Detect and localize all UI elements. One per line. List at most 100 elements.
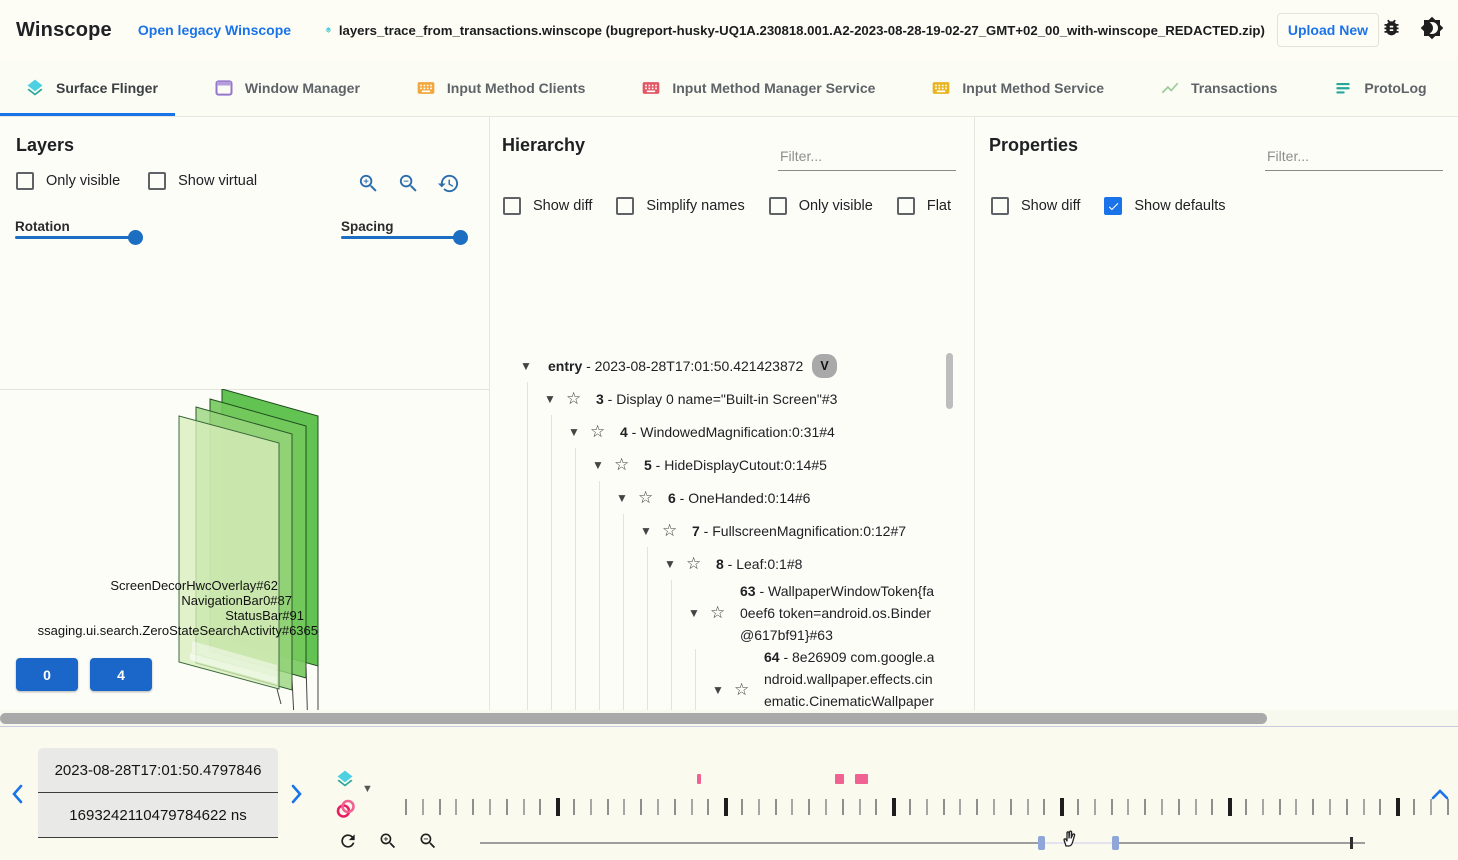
open-legacy-link[interactable]: Open legacy Winscope bbox=[138, 22, 291, 38]
checkbox-box bbox=[769, 197, 787, 215]
tree-node[interactable]: ▼ ☆ 63 - WallpaperWindowToken{fa0eef6 to… bbox=[490, 580, 956, 646]
timeline-zoom-in-icon[interactable] bbox=[378, 831, 398, 856]
transition-marker[interactable] bbox=[697, 774, 701, 784]
show-diff-checkbox[interactable]: Show diff bbox=[991, 197, 1080, 215]
tree-node[interactable]: ▼ ☆ 3 - Display 0 name="Built-in Screen"… bbox=[490, 382, 956, 415]
tab-input-method-clients[interactable]: Input Method Clients bbox=[388, 60, 613, 116]
flat-checkbox[interactable]: Flat bbox=[897, 197, 951, 215]
pin-star-icon[interactable]: ☆ bbox=[638, 488, 660, 508]
tree-node-entry[interactable]: ▼ entry - 2023-08-28T17:01:50.421423872V bbox=[490, 349, 956, 382]
collapse-arrow-icon[interactable]: ▼ bbox=[592, 458, 608, 472]
panel-divider bbox=[974, 117, 975, 710]
transition-trace-icon[interactable] bbox=[334, 797, 358, 826]
collapse-arrow-icon[interactable]: ▼ bbox=[568, 425, 584, 439]
trace-tab-bar: Surface Flinger Window Manager Input Met… bbox=[0, 60, 1458, 117]
collapse-arrow-icon[interactable]: ▼ bbox=[616, 491, 632, 505]
upload-new-button[interactable]: Upload New bbox=[1277, 13, 1379, 47]
checkbox-label: Only visible bbox=[46, 173, 120, 189]
zoom-in-icon[interactable] bbox=[357, 172, 380, 200]
next-entry-icon[interactable] bbox=[290, 784, 304, 809]
tree-node[interactable]: ▼ ☆ 7 - FullscreenMagnification:0:12#7 bbox=[490, 514, 956, 547]
list-icon bbox=[1333, 78, 1353, 98]
spacing-slider-track[interactable] bbox=[341, 236, 466, 239]
layer-label: StatusBar#91 bbox=[225, 608, 304, 623]
tab-transactions[interactable]: Transactions bbox=[1132, 60, 1305, 116]
tree-node[interactable]: ▼ ☆ 5 - HideDisplayCutout:0:14#5 bbox=[490, 448, 956, 481]
prev-entry-icon[interactable] bbox=[10, 784, 24, 809]
app-header: Winscope Open legacy Winscope layers_tra… bbox=[0, 0, 1458, 60]
tree-node[interactable]: ▼ ☆ 4 - WindowedMagnification:0:31#4 bbox=[490, 415, 956, 448]
range-handle-right[interactable] bbox=[1112, 836, 1119, 850]
pin-star-icon[interactable]: ☆ bbox=[614, 455, 636, 475]
dark-mode-toggle-icon[interactable] bbox=[1420, 16, 1444, 45]
tab-protolog[interactable]: ProtoLog bbox=[1305, 60, 1454, 116]
timeline-tick bbox=[523, 799, 525, 815]
trace-dropdown-caret-icon[interactable]: ▼ bbox=[362, 783, 373, 795]
expand-timeline-icon[interactable] bbox=[1431, 787, 1449, 805]
report-bug-icon[interactable] bbox=[1381, 17, 1402, 43]
collapse-arrow-icon[interactable]: ▼ bbox=[664, 557, 680, 571]
pin-star-icon[interactable]: ☆ bbox=[662, 521, 684, 541]
tab-window-manager[interactable]: Window Manager bbox=[186, 60, 388, 116]
timeline-tick bbox=[1295, 799, 1297, 815]
zoom-out-icon[interactable] bbox=[397, 172, 420, 200]
tree-node[interactable]: ▼ ☆ 6 - OneHanded:0:14#6 bbox=[490, 481, 956, 514]
layers-checkbox-row: Only visible Show virtual bbox=[16, 172, 257, 190]
tree-node-label: 3 - Display 0 name="Built-in Screen"#3 bbox=[596, 388, 837, 410]
tab-input-method-manager-service[interactable]: Input Method Manager Service bbox=[613, 60, 903, 116]
scrollbar-thumb[interactable] bbox=[946, 353, 953, 409]
rotation-slider-thumb[interactable] bbox=[128, 230, 143, 245]
tab-surface-flinger[interactable]: Surface Flinger bbox=[0, 60, 186, 116]
sf-trace-icon[interactable] bbox=[335, 769, 355, 794]
timeline-range-track[interactable] bbox=[480, 842, 1040, 844]
timeline-tick bbox=[1161, 799, 1163, 815]
only-visible-checkbox[interactable]: Only visible bbox=[769, 197, 873, 215]
show-defaults-checkbox[interactable]: Show defaults bbox=[1104, 197, 1225, 215]
transition-marker[interactable] bbox=[855, 774, 868, 784]
pin-star-icon[interactable]: ☆ bbox=[734, 680, 756, 700]
collapse-arrow-icon[interactable]: ▼ bbox=[688, 606, 704, 620]
show-diff-checkbox[interactable]: Show diff bbox=[503, 197, 592, 215]
show-virtual-checkbox[interactable]: Show virtual bbox=[148, 172, 257, 190]
pin-star-icon[interactable]: ☆ bbox=[710, 603, 732, 623]
properties-filter-input[interactable] bbox=[1265, 144, 1443, 171]
tab-input-method-service[interactable]: Input Method Service bbox=[903, 60, 1132, 116]
horizontal-scrollbar[interactable] bbox=[0, 710, 1458, 727]
range-current-mark bbox=[1350, 837, 1353, 849]
timeline-tick bbox=[556, 798, 560, 816]
timeline-zoom-out-icon[interactable] bbox=[418, 831, 438, 856]
pin-star-icon[interactable]: ☆ bbox=[590, 422, 612, 442]
range-handle-left[interactable] bbox=[1038, 836, 1045, 850]
tree-node[interactable]: ▼ ☆ 8 - Leaf:0:1#8 bbox=[490, 547, 956, 580]
spacing-slider-thumb[interactable] bbox=[453, 230, 468, 245]
timestamp-input[interactable]: 2023-08-28T17:01:50.4797846 bbox=[38, 748, 278, 793]
tree-node-label: 63 - WallpaperWindowToken{fa0eef6 token=… bbox=[740, 580, 936, 646]
reset-view-icon[interactable] bbox=[437, 172, 460, 200]
checkbox-box bbox=[897, 197, 915, 215]
tree-node-label: 8 - Leaf:0:1#8 bbox=[716, 553, 802, 575]
collapse-arrow-icon[interactable]: ▼ bbox=[640, 524, 656, 538]
layers-icon bbox=[325, 19, 332, 41]
timeline-range-track[interactable] bbox=[1119, 842, 1365, 844]
tab-label: ProtoLog bbox=[1364, 80, 1426, 96]
tree-node-label: 5 - HideDisplayCutout:0:14#5 bbox=[644, 454, 827, 476]
hierarchy-filter-input[interactable] bbox=[778, 144, 956, 171]
layers-3d-view[interactable] bbox=[0, 389, 489, 765]
rotation-slider-track[interactable] bbox=[15, 236, 137, 239]
display-id-button-0[interactable]: 0 bbox=[16, 658, 78, 691]
pin-star-icon[interactable]: ☆ bbox=[566, 389, 588, 409]
checkbox-box bbox=[16, 172, 34, 190]
timestamp-ns-input[interactable]: 1693242110479784622 ns bbox=[38, 793, 278, 838]
transition-marker[interactable] bbox=[835, 774, 844, 784]
collapse-arrow-icon[interactable]: ▼ bbox=[544, 392, 560, 406]
refresh-icon[interactable] bbox=[338, 831, 358, 856]
tab-label: Input Method Clients bbox=[447, 80, 585, 96]
only-visible-checkbox[interactable]: Only visible bbox=[16, 172, 120, 190]
pin-star-icon[interactable]: ☆ bbox=[686, 554, 708, 574]
collapse-arrow-icon[interactable]: ▼ bbox=[520, 359, 536, 373]
simplify-names-checkbox[interactable]: Simplify names bbox=[616, 197, 744, 215]
collapse-arrow-icon[interactable]: ▼ bbox=[712, 683, 728, 697]
scrollbar-thumb[interactable] bbox=[0, 713, 1267, 724]
tab-transitions[interactable]: Tra bbox=[1455, 60, 1458, 116]
display-id-button-4[interactable]: 4 bbox=[90, 658, 152, 691]
